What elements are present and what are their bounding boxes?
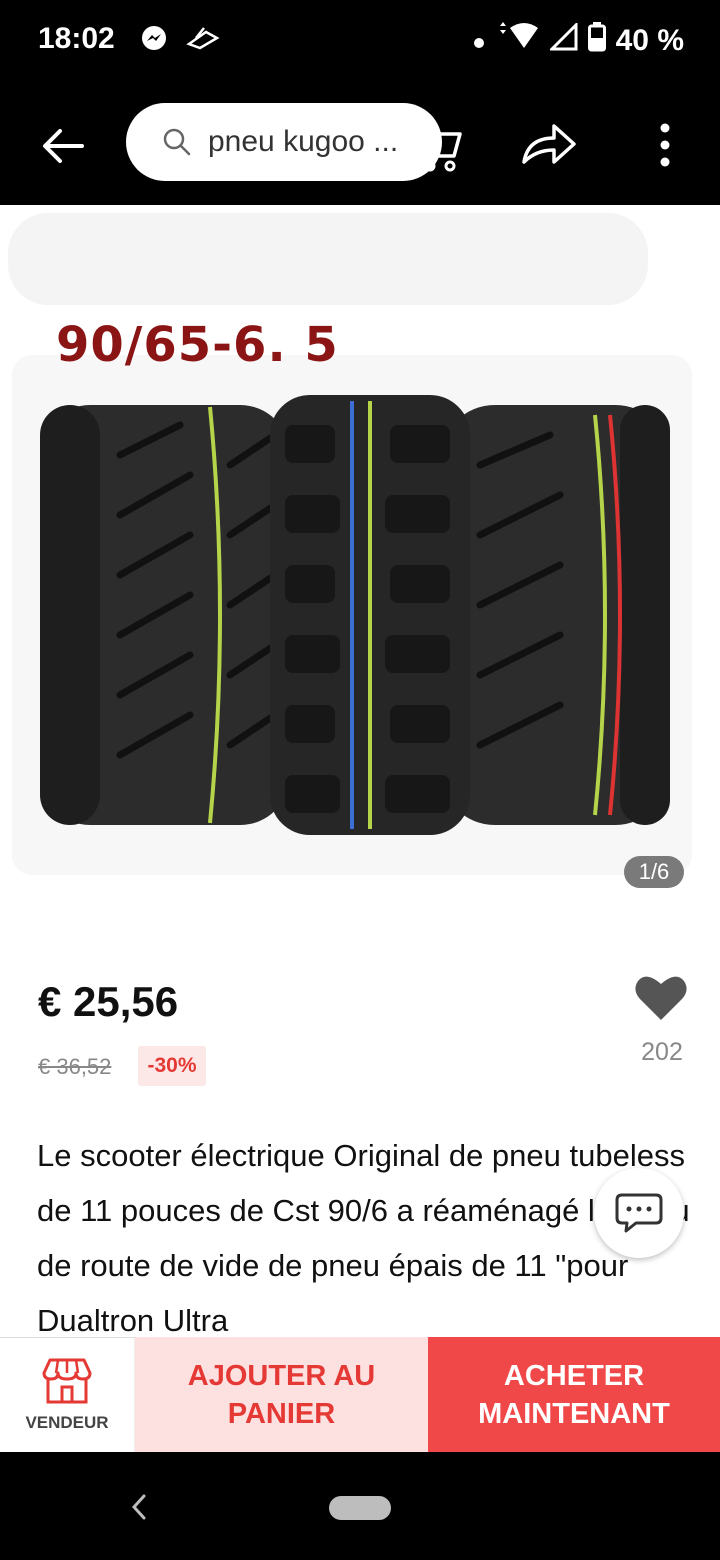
favorite-button[interactable] [634, 972, 688, 1022]
add-to-cart-button[interactable]: AJOUTER AU PANIER [135, 1337, 428, 1452]
search-text: pneu kugoo ... [208, 125, 399, 158]
vendor-button[interactable]: VENDEUR [0, 1337, 135, 1452]
wifi-icon [496, 22, 540, 60]
battery-percent: 40 % [615, 24, 684, 57]
action-bar: VENDEUR AJOUTER AU PANIER ACHETER MAINTE… [0, 1337, 720, 1452]
image-page-counter: 1/6 [624, 856, 684, 888]
share-button[interactable] [518, 120, 580, 170]
battery-icon [587, 22, 606, 60]
cart-button[interactable] [404, 116, 468, 176]
share-icon [522, 124, 576, 164]
product-description: Le scooter électrique Original de pneu t… [37, 1138, 690, 1338]
nav-home-pill[interactable] [329, 1496, 391, 1520]
status-time: 18:02 [38, 22, 115, 55]
cart-icon [408, 124, 462, 172]
gallery-placeholder [8, 213, 648, 305]
status-right: 40 % [472, 21, 684, 60]
chat-icon [615, 1193, 663, 1233]
signal-icon [547, 21, 578, 59]
tire-size-label: 90/65-6. 5 [56, 317, 339, 373]
more-options-button[interactable] [650, 120, 680, 170]
app-header: pneu kugoo ... [0, 84, 720, 205]
right-tire [440, 405, 670, 825]
search-input[interactable]: pneu kugoo ... [126, 103, 442, 181]
vendor-label: VENDEUR [25, 1413, 109, 1432]
tires-image [40, 395, 670, 835]
left-tire [40, 405, 290, 825]
favorites-count: 202 [641, 1038, 683, 1066]
dot-icon [472, 24, 486, 58]
app-icon [186, 24, 220, 57]
discount-badge: -30% [138, 1046, 206, 1086]
back-button[interactable] [38, 120, 90, 172]
status-bar: 18:02 40 % [0, 0, 720, 84]
product-gallery[interactable]: 90/65-6. 5 1/6 [0, 205, 720, 905]
status-left-icons [140, 24, 220, 57]
back-arrow-icon [43, 129, 84, 163]
nav-back-icon[interactable] [128, 1492, 150, 1522]
search-icon [163, 128, 191, 156]
middle-tire [270, 395, 470, 835]
messenger-icon [140, 24, 168, 57]
system-nav-bar [0, 1452, 720, 1560]
heart-icon [635, 976, 687, 1020]
more-vertical-icon [660, 123, 670, 167]
buy-now-button[interactable]: ACHETER MAINTENANT [428, 1337, 720, 1452]
chat-button[interactable] [594, 1168, 684, 1258]
original-price: € 36,52 [38, 1054, 112, 1079]
store-icon [42, 1358, 92, 1404]
product-price: € 25,56 [38, 978, 179, 1025]
